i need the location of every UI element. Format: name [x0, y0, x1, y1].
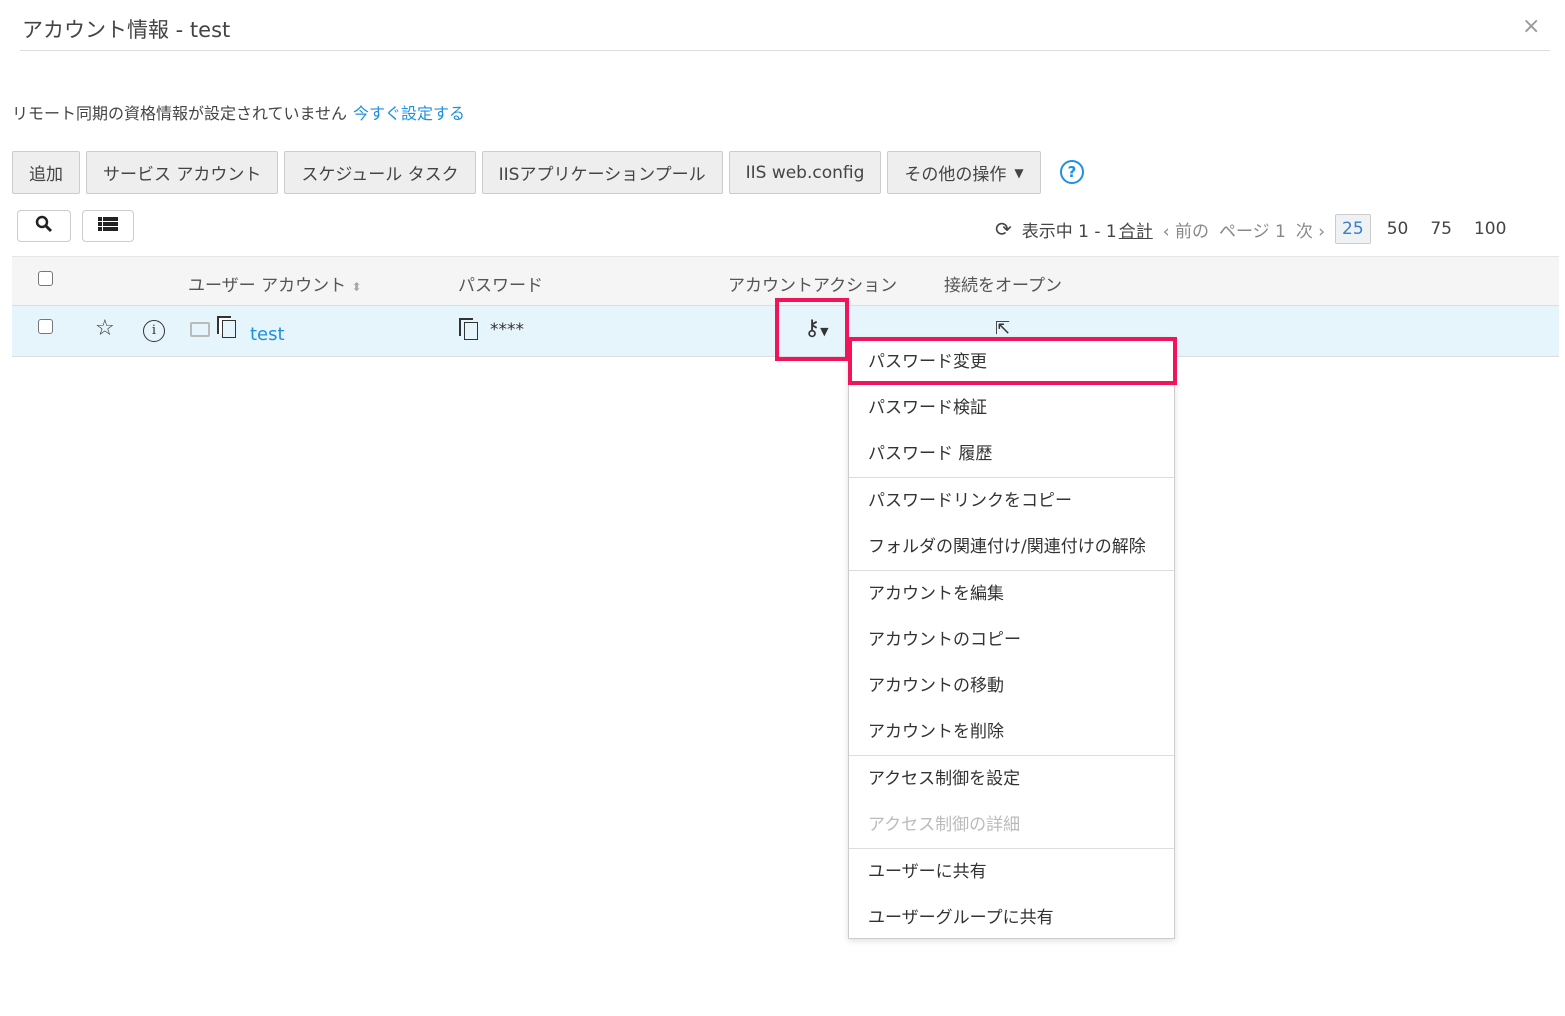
copy-username-icon[interactable] [222, 320, 236, 338]
help-icon[interactable]: ? [1060, 160, 1084, 184]
search-icon [35, 215, 53, 238]
setup-now-link[interactable]: 今すぐ設定する [353, 104, 465, 123]
menu-item-delete-account[interactable]: アカウントを削除 [849, 709, 1174, 755]
pagination: ⟳ 表示中 1 - 1 合計 ‹ 前の ページ 1 次 › 25 50 75 1… [995, 214, 1512, 244]
notice-text: リモート同期の資格情報が設定されていません [12, 104, 348, 123]
display-status: 表示中 1 - 1 [1021, 221, 1117, 242]
menu-item-edit-account[interactable]: アカウントを編集 [849, 571, 1174, 617]
menu-item-set-access-control[interactable]: アクセス制御を設定 [849, 756, 1174, 802]
remote-desktop-icon[interactable] [190, 322, 210, 337]
next-button[interactable]: 次 › [1296, 217, 1325, 242]
iis-app-pool-button[interactable]: IISアプリケーションプール [481, 151, 723, 194]
search-button[interactable] [17, 210, 71, 242]
column-view-button[interactable] [82, 210, 134, 242]
column-label: ユーザー アカウント [188, 276, 347, 296]
sort-icon: ⬍ [351, 280, 362, 294]
total-link[interactable]: 合計 [1119, 217, 1153, 242]
scheduled-task-button[interactable]: スケジュール タスク [284, 151, 476, 194]
menu-item-move-account[interactable]: アカウントの移動 [849, 663, 1174, 709]
highlight-action-button [775, 298, 849, 361]
column-password: パスワード [458, 276, 543, 296]
service-account-button[interactable]: サービス アカウント [86, 151, 279, 194]
page-indicator: ページ 1 [1218, 221, 1286, 242]
account-action-menu: パスワード変更 パスワード検証 パスワード 履歴 パスワードリンクをコピー フォ… [848, 338, 1175, 939]
page-size-50[interactable]: 50 [1381, 215, 1415, 243]
close-icon[interactable]: × [1522, 14, 1540, 39]
column-account-action: アカウントアクション [728, 276, 898, 296]
other-actions-button[interactable]: その他の操作 ▼ [887, 151, 1041, 194]
list-icon [98, 216, 118, 237]
sync-notice: リモート同期の資格情報が設定されていません 今すぐ設定する [12, 100, 465, 124]
divider [20, 50, 1550, 51]
menu-item-folder-association[interactable]: フォルダの関連付け/関連付けの解除 [849, 524, 1174, 570]
password-mask: **** [490, 320, 524, 340]
favorite-star-icon[interactable]: ☆ [95, 316, 115, 341]
menu-item-copy-account[interactable]: アカウントのコピー [849, 617, 1174, 663]
page-size-25[interactable]: 25 [1335, 214, 1371, 244]
prev-label: 前の [1174, 221, 1209, 242]
column-user-account[interactable]: ユーザー アカウント ⬍ [188, 271, 362, 296]
account-name-link[interactable]: test [250, 324, 285, 345]
row-checkbox[interactable] [38, 319, 53, 334]
copy-password-icon[interactable] [464, 322, 478, 340]
highlight-change-password [848, 337, 1177, 385]
iis-webconfig-button[interactable]: IIS web.config [728, 151, 882, 194]
next-label: 次 [1295, 221, 1313, 242]
column-open-connection: 接続をオープン [944, 276, 1062, 296]
page-size-100[interactable]: 100 [1468, 215, 1512, 243]
menu-item-share-user[interactable]: ユーザーに共有 [849, 849, 1174, 895]
open-connection-icon[interactable]: ⇱ [995, 318, 1010, 339]
toolbar: 追加 サービス アカウント スケジュール タスク IISアプリケーションプール … [12, 151, 1041, 194]
page-size-75[interactable]: 75 [1424, 215, 1458, 243]
menu-item-access-control-details: アクセス制御の詳細 [868, 815, 1021, 835]
refresh-icon[interactable]: ⟳ [995, 217, 1012, 241]
select-all-checkbox[interactable] [38, 271, 53, 286]
info-icon[interactable]: i [143, 320, 165, 342]
add-button[interactable]: 追加 [12, 151, 80, 194]
dialog-title: アカウント情報 - test [22, 18, 231, 42]
menu-item-password-history[interactable]: パスワード 履歴 [849, 431, 1174, 477]
caret-down-icon: ▼ [1014, 165, 1024, 180]
prev-button[interactable]: ‹ 前の [1163, 217, 1209, 242]
menu-item-verify-password[interactable]: パスワード検証 [849, 385, 1174, 431]
menu-item-copy-password-link[interactable]: パスワードリンクをコピー [849, 478, 1174, 524]
other-actions-label: その他の操作 [904, 165, 1007, 185]
menu-item-share-user-group[interactable]: ユーザーグループに共有 [849, 895, 1174, 941]
